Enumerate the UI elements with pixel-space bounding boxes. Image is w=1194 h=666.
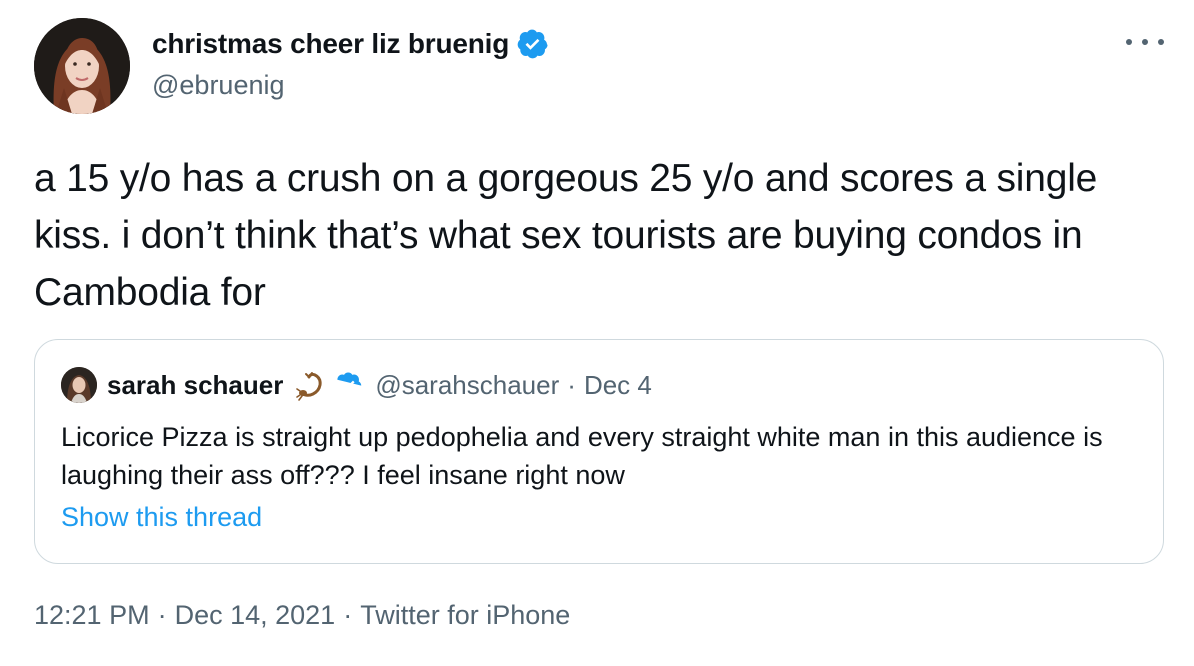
verified-badge-icon xyxy=(517,29,548,59)
show-thread-link[interactable]: Show this thread xyxy=(61,502,262,533)
meta-separator: · xyxy=(343,600,353,630)
tweet-source[interactable]: Twitter for iPhone xyxy=(360,600,570,631)
ellipsis-icon xyxy=(1126,39,1132,45)
author-avatar[interactable] xyxy=(34,18,130,114)
quoted-author-avatar xyxy=(61,367,97,403)
author-name-row: christmas cheer liz bruenig xyxy=(152,28,549,60)
tweet-metadata: 12:21 PM · Dec 14, 2021 · Twitter for iP… xyxy=(34,600,570,631)
ellipsis-icon xyxy=(1158,39,1164,45)
quoted-tweet-text: Licorice Pizza is straight up pedophelia… xyxy=(61,422,1103,490)
tweet-date[interactable]: Dec 14, 2021 xyxy=(175,600,336,631)
tweet-time[interactable]: 12:21 PM xyxy=(34,600,150,631)
quoted-separator: · xyxy=(567,369,576,400)
meta-separator: · xyxy=(157,600,167,630)
quoted-portrait-icon xyxy=(61,367,97,403)
author-display-name[interactable]: christmas cheer liz bruenig xyxy=(152,28,509,60)
quoted-date[interactable]: Dec 4 xyxy=(584,370,652,401)
scorpion-icon xyxy=(296,372,322,401)
quoted-tweet-header: sarah schauer @sarahschauer · Dec 4 xyxy=(61,366,652,404)
ellipsis-icon xyxy=(1142,39,1148,45)
portrait-avatar-icon xyxy=(34,18,130,114)
quoted-tweet[interactable]: sarah schauer @sarahschauer · Dec 4 Lico… xyxy=(34,339,1164,564)
more-options-button[interactable] xyxy=(1126,30,1164,54)
verified-badge-icon xyxy=(337,372,362,391)
author-handle[interactable]: @ebruenig xyxy=(152,70,285,101)
quoted-display-name: sarah schauer xyxy=(107,369,284,400)
tweet-text: a 15 y/o has a crush on a gorgeous 25 y/… xyxy=(34,157,1098,314)
tweet-card: christmas cheer liz bruenig @ebruenig a … xyxy=(0,0,1194,666)
quoted-handle: @sarahschauer xyxy=(375,369,560,400)
